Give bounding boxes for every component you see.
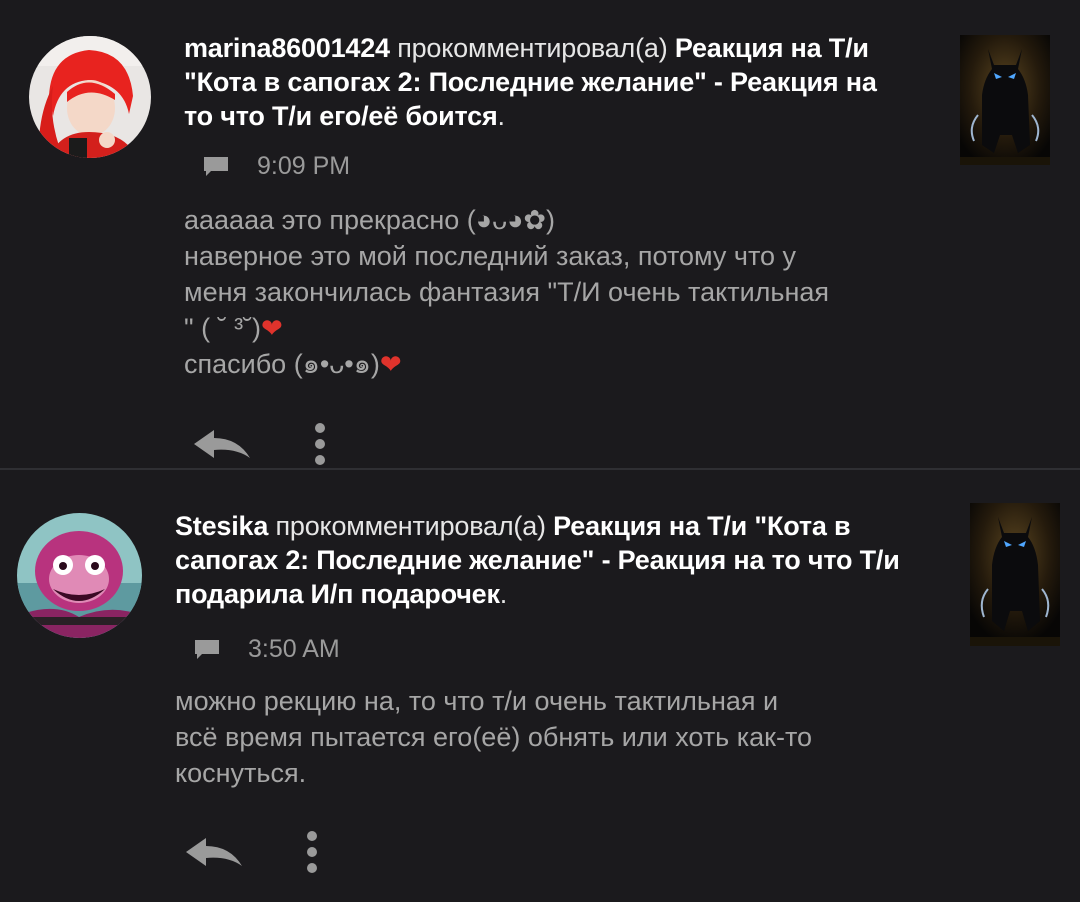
chat-bubble-icon	[204, 156, 228, 176]
comment-line: " ( ˘ ³˘)	[184, 313, 262, 343]
comment-time: 9:09 PM	[257, 152, 351, 180]
comment-actions	[192, 422, 326, 466]
comment-line: коснуться.	[175, 758, 307, 788]
notification-item[interactable]: marina86001424 прокомментировал(а) Реакц…	[0, 0, 1080, 468]
heart-icon: ❤	[379, 349, 402, 379]
comment-meta: 3:50 AM	[194, 635, 340, 664]
comment-line: аааааа это прекрасно (◕ᴗ◕✿)	[184, 205, 556, 235]
comment-line: можно рекцию на, то что т/и очень тактил…	[175, 686, 779, 716]
avatar-image	[17, 513, 142, 638]
avatar-image	[29, 36, 151, 158]
wolf-image	[960, 35, 1050, 165]
notification-item[interactable]: Stesika прокомментировал(а) Реакция на Т…	[0, 470, 1080, 902]
action-verb: прокомментировал(а)	[397, 33, 668, 63]
more-vertical-icon[interactable]	[314, 422, 326, 466]
username[interactable]: marina86001424	[184, 33, 390, 63]
notifications-feed: marina86001424 прокомментировал(а) Реакц…	[0, 0, 1080, 902]
avatar[interactable]	[29, 36, 151, 158]
more-vertical-icon[interactable]	[306, 830, 318, 874]
notification-headline[interactable]: Stesika прокомментировал(а) Реакция на Т…	[175, 509, 935, 611]
post-title-end: .	[497, 101, 506, 131]
post-thumbnail[interactable]	[960, 35, 1050, 165]
comment-line: спасибо (๑•ᴗ•๑)	[184, 349, 380, 379]
username[interactable]: Stesika	[175, 511, 268, 541]
notification-headline[interactable]: marina86001424 прокомментировал(а) Реакц…	[184, 31, 904, 133]
avatar[interactable]	[17, 513, 142, 638]
reply-arrow-icon[interactable]	[192, 424, 252, 464]
wolf-image	[970, 503, 1060, 646]
post-title-end: .	[499, 579, 508, 609]
comment-line: меня закончилась фантазия "Т/И очень так…	[184, 277, 830, 307]
comment-time: 3:50 AM	[248, 635, 340, 663]
heart-icon: ❤	[261, 313, 283, 343]
reply-arrow-icon[interactable]	[184, 832, 244, 872]
comment-line: наверное это мой последний заказ, потому…	[184, 241, 797, 271]
comment-line: всё время пытается его(её) обнять или хо…	[175, 722, 813, 752]
comment-text: аааааа это прекрасно (◕ᴗ◕✿) наверное это…	[184, 202, 829, 382]
comment-meta: 9:09 PM	[203, 152, 350, 181]
comment-actions	[184, 830, 318, 874]
comment-text: можно рекцию на, то что т/и очень тактил…	[175, 683, 812, 791]
action-verb: прокомментировал(а)	[275, 511, 546, 541]
chat-bubble-icon	[195, 639, 219, 659]
post-thumbnail[interactable]	[970, 503, 1060, 646]
